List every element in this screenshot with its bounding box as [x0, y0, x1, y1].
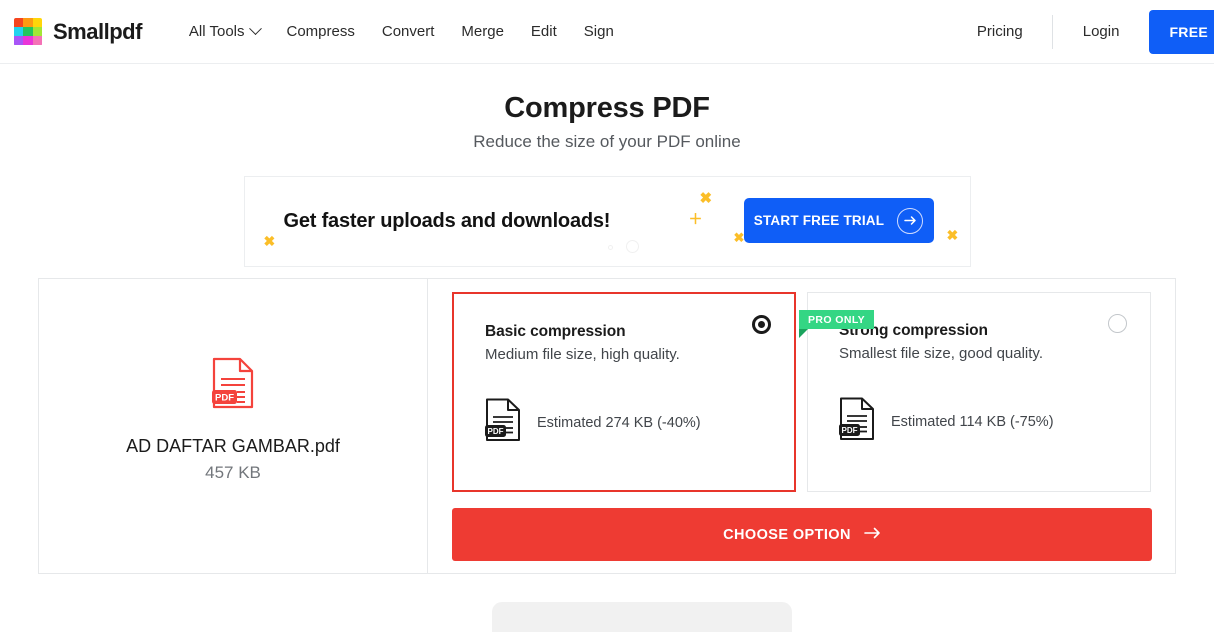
decor-plus-icon: ＋	[688, 211, 703, 227]
option-strong-title: Strong compression	[839, 322, 988, 339]
page-title: Compress PDF	[504, 92, 710, 124]
logo-cell-2	[23, 17, 33, 27]
main-nav: All Tools Compress Convert Merge Edit Si…	[188, 22, 614, 40]
choose-option-button[interactable]: CHOOSE OPTION	[452, 508, 1152, 561]
decor-x-icon-1: ✖	[699, 190, 713, 207]
svg-text:PDF: PDF	[215, 393, 234, 404]
svg-text:PDF: PDF	[488, 427, 504, 436]
login-link[interactable]: Login	[1053, 23, 1150, 40]
logo-cell-6	[32, 26, 42, 37]
arrow-right-icon	[864, 527, 881, 543]
promo-banner: Get faster uploads and downloads! ✖ ✖ ✖ …	[243, 176, 971, 267]
bottom-floating-widget[interactable]	[492, 602, 792, 632]
nav-item-merge[interactable]: Merge	[461, 23, 504, 40]
nav-item-all-tools-label: All Tools	[188, 23, 245, 40]
logo-cell-1	[14, 17, 24, 27]
start-free-trial-label: START FREE TRIAL	[753, 213, 885, 228]
nav-item-convert[interactable]: Convert	[382, 23, 435, 40]
option-basic-estimate: Estimated 274 KB (-40%)	[537, 414, 701, 431]
option-strong-description: Smallest file size, good quality.	[839, 345, 1043, 362]
file-preview-panel: PDF AD DAFTAR GAMBAR.pdf 457 KB	[39, 279, 428, 573]
compression-options-panel: Basic compression Medium file size, high…	[428, 279, 1175, 573]
option-card-basic[interactable]: Basic compression Medium file size, high…	[452, 292, 796, 492]
arrow-right-circle-icon	[897, 207, 924, 234]
free-trial-button[interactable]: FREE	[1149, 9, 1214, 54]
compression-cards-row: Basic compression Medium file size, high…	[452, 292, 1152, 492]
radio-strong-unselected[interactable]	[1108, 314, 1127, 333]
radio-basic-selected[interactable]	[752, 315, 771, 334]
nav-item-sign[interactable]: Sign	[584, 23, 614, 40]
nav-item-edit[interactable]: Edit	[531, 23, 557, 40]
logo-cell-9	[32, 36, 42, 46]
pdf-file-icon: PDF	[211, 357, 255, 414]
decor-x-icon-4: ✖	[946, 227, 959, 243]
pricing-link[interactable]: Pricing	[977, 23, 1052, 40]
header-actions: Pricing Login FREE	[977, 0, 1214, 64]
page-subtitle: Reduce the size of your PDF online	[473, 132, 741, 151]
option-strong-estimate-row: PDF Estimated 114 KB (-75%)	[839, 397, 1126, 446]
logo-cell-8	[23, 36, 33, 46]
brand-name: Smallpdf	[53, 18, 142, 44]
nav-item-compress[interactable]: Compress	[287, 23, 355, 40]
file-name: AD DAFTAR GAMBAR.pdf	[126, 436, 340, 456]
option-strong-estimate: Estimated 114 KB (-75%)	[891, 413, 1054, 430]
logo-cell-4	[14, 26, 24, 37]
logo-cell-5	[23, 26, 33, 37]
pdf-document-icon: PDF	[485, 398, 521, 447]
choose-option-label: CHOOSE OPTION	[723, 526, 851, 543]
promo-text: Get faster uploads and downloads!	[283, 210, 611, 232]
option-basic-title: Basic compression	[485, 323, 626, 340]
decor-x-icon-3: ✖	[263, 233, 276, 249]
site-header: Smallpdf All Tools Compress Convert Merg…	[0, 0, 1214, 64]
decor-dot-large	[625, 240, 639, 253]
start-free-trial-button[interactable]: START FREE TRIAL	[743, 198, 934, 243]
svg-text:PDF: PDF	[842, 426, 858, 435]
option-card-strong[interactable]: PRO ONLY Strong compression Smallest fil…	[799, 292, 1151, 492]
logo-cell-7	[14, 36, 24, 46]
file-size: 457 KB	[205, 463, 261, 482]
option-basic-description: Medium file size, high quality.	[485, 346, 680, 363]
pdf-document-icon: PDF	[839, 397, 875, 446]
smallpdf-logo-icon	[14, 17, 42, 46]
compress-workarea: PDF AD DAFTAR GAMBAR.pdf 457 KB Basic co…	[38, 278, 1176, 574]
chevron-down-icon	[248, 22, 262, 36]
pro-only-badge: PRO ONLY	[799, 310, 875, 338]
decor-dot-small	[607, 245, 613, 250]
decor-x-icon-2: ✖	[733, 230, 745, 245]
logo-cell-3	[32, 17, 42, 27]
option-basic-estimate-row: PDF Estimated 274 KB (-40%)	[485, 398, 770, 447]
nav-item-all-tools[interactable]: All Tools	[188, 22, 262, 40]
page-heading-block: Compress PDF Reduce the size of your PDF…	[0, 92, 1214, 152]
brand-logo-link[interactable]: Smallpdf	[14, 17, 142, 46]
